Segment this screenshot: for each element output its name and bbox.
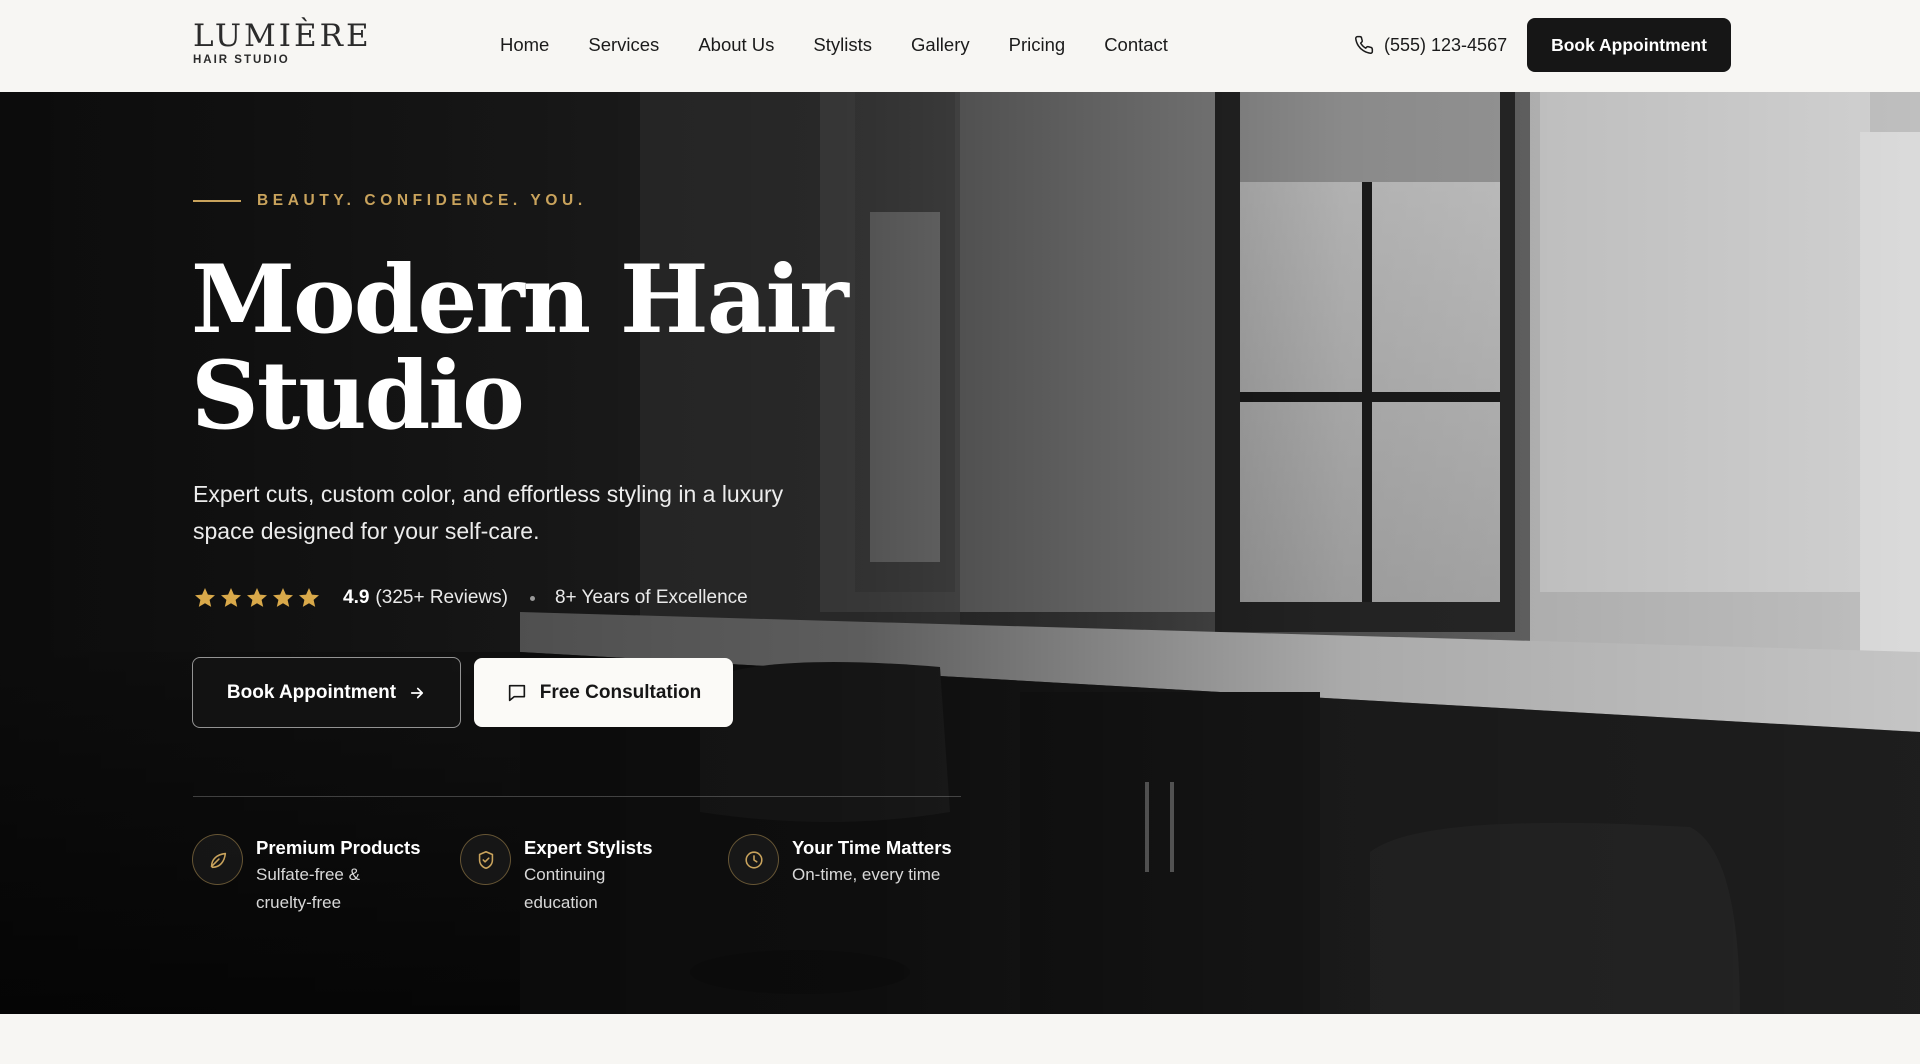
nav-item-services[interactable]: Services	[588, 33, 659, 57]
hero-title: Modern Hair Studio	[191, 252, 891, 444]
nav-item-contact[interactable]: Contact	[1104, 33, 1168, 57]
free-consultation-label: Free Consultation	[539, 681, 702, 703]
feature-your-time-matters: Your Time Matters On-time, every time	[728, 834, 952, 889]
hero-section: BEAUTY. CONFIDENCE. YOU. Modern Hair Stu…	[0, 92, 1920, 1014]
hero-tagline: BEAUTY. CONFIDENCE. YOU.	[193, 192, 587, 210]
leaf-icon	[192, 834, 243, 885]
clock-icon	[728, 834, 779, 885]
nav-item-about-us[interactable]: About Us	[698, 33, 774, 57]
experience-text: 8+ Years of Excellence	[554, 587, 748, 608]
hero-title-line2: Studio	[191, 341, 525, 451]
book-appointment-button[interactable]: Book Appointment	[192, 657, 461, 728]
star-icon	[221, 588, 241, 607]
shield-check-icon	[460, 834, 511, 885]
star-icon	[247, 588, 267, 607]
feature-description-line1: Sulfate-free &	[256, 865, 360, 884]
nav-item-stylists[interactable]: Stylists	[813, 33, 872, 57]
rating-reviews: (325+ Reviews)	[375, 587, 508, 608]
star-icon	[273, 588, 293, 607]
phone-link[interactable]: (555) 123-4567	[1354, 33, 1507, 57]
header-book-appointment-button[interactable]: Book Appointment	[1527, 18, 1731, 72]
separator-dot	[529, 595, 535, 601]
book-appointment-label: Book Appointment	[226, 681, 397, 703]
rating-score: 4.9	[343, 587, 370, 608]
main-nav: Home Services About Us Stylists Gallery …	[500, 33, 1207, 57]
free-consultation-button[interactable]: Free Consultation	[474, 658, 733, 727]
feature-title: Premium Products	[256, 837, 421, 858]
star-rating	[193, 586, 323, 610]
star-icon	[195, 588, 215, 607]
tagline-text: BEAUTY. CONFIDENCE. YOU.	[257, 192, 587, 209]
nav-item-home[interactable]: Home	[500, 33, 549, 57]
tagline-rule	[193, 200, 241, 202]
brand-name: LUMIÈRE	[193, 18, 372, 54]
hero-title-line1: Modern Hair	[191, 245, 849, 355]
rating-row: 4.9 (325+ Reviews) 8+ Years of Excellenc…	[193, 586, 748, 610]
phone-number: (555) 123-4567	[1384, 35, 1508, 55]
feature-title: Expert Stylists	[524, 837, 653, 858]
feature-expert-stylists: Expert Stylists Continuing education	[460, 834, 653, 917]
feature-description-line2: education	[524, 893, 598, 912]
arrow-right-icon	[411, 687, 424, 698]
nav-item-gallery[interactable]: Gallery	[911, 33, 970, 57]
nav-item-pricing[interactable]: Pricing	[1009, 33, 1066, 57]
brand-logo[interactable]: LUMIÈRE HAIR STUDIO	[193, 20, 372, 66]
phone-icon	[1355, 35, 1374, 54]
chat-bubble-icon	[508, 684, 525, 701]
feature-description-line1: Continuing	[524, 865, 606, 884]
feature-title: Your Time Matters	[792, 837, 952, 858]
hero-description: Expert cuts, custom color, and effortles…	[193, 481, 784, 544]
site-header: LUMIÈRE HAIR STUDIO Home Services About …	[0, 0, 1920, 92]
feature-premium-products: Premium Products Sulfate-free & cruelty-…	[192, 834, 421, 917]
features-divider	[193, 796, 961, 797]
brand-subtitle: HAIR STUDIO	[193, 54, 290, 66]
feature-description-line1: On-time, every time	[792, 865, 941, 884]
hero-content: BEAUTY. CONFIDENCE. YOU. Modern Hair Stu…	[0, 92, 1920, 1014]
star-icon	[299, 588, 319, 607]
feature-description-line2: cruelty-free	[256, 893, 342, 912]
next-section-edge	[0, 1014, 1920, 1064]
